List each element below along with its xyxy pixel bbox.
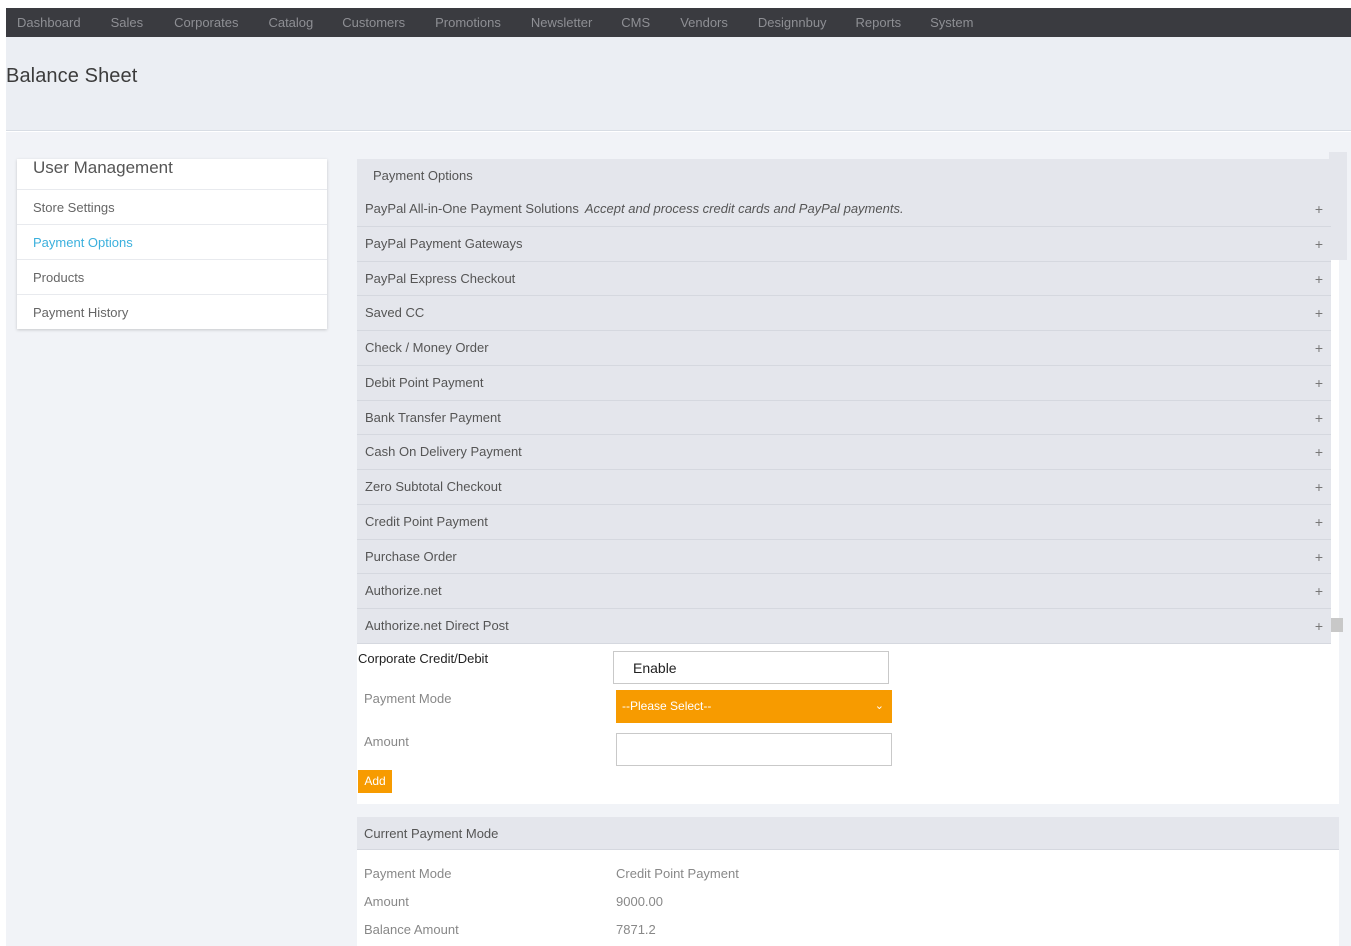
expand-icon[interactable]: +: [1315, 435, 1323, 469]
sidebar-item-payment-options[interactable]: Payment Options: [17, 224, 327, 259]
scrollbar-thumb[interactable]: [1331, 618, 1343, 632]
nav-system[interactable]: System: [930, 15, 973, 30]
accordion-row-label: Saved CC: [365, 305, 425, 321]
payment-mode-selected-value: --Please Select--: [622, 699, 712, 713]
accordion-row-label: Cash On Delivery Payment: [365, 444, 522, 460]
payment-mode-label: Payment Mode: [364, 691, 452, 706]
expand-icon[interactable]: +: [1315, 401, 1323, 435]
expand-icon[interactable]: +: [1315, 192, 1323, 226]
top-nav-bar: Dashboard Sales Corporates Catalog Custo…: [6, 8, 1351, 37]
current-amount-value: 9000.00: [616, 894, 663, 909]
accordion-row-label: Zero Subtotal Checkout: [365, 479, 502, 494]
balance-amount-label: Balance Amount: [364, 922, 459, 937]
expand-icon[interactable]: +: [1315, 540, 1323, 574]
accordion-row-zero-subtotal-checkout[interactable]: Zero Subtotal Checkout +: [357, 470, 1331, 505]
accordion-row-label: Authorize.net Direct Post: [365, 618, 509, 633]
accordion-row-check-money-order[interactable]: Check / Money Order +: [357, 331, 1331, 366]
accordion-row-cash-on-delivery[interactable]: Cash On Delivery Payment +: [357, 435, 1331, 470]
enable-select[interactable]: Enable: [613, 651, 889, 684]
nav-sales[interactable]: Sales: [111, 15, 144, 30]
accordion-row-label: PayPal Payment Gateways: [365, 235, 523, 251]
expand-icon[interactable]: +: [1315, 574, 1323, 608]
current-payment-mode-panel: [357, 850, 1339, 946]
nav-cms[interactable]: CMS: [621, 15, 650, 30]
sidebar-item-store-settings[interactable]: Store Settings: [17, 189, 327, 224]
chevron-down-icon: ⌄: [874, 700, 884, 712]
accordion-row-label: Bank Transfer Payment: [365, 409, 501, 425]
amount-input[interactable]: [616, 733, 892, 766]
nav-reports[interactable]: Reports: [856, 15, 902, 30]
accordion-row-debit-point-payment[interactable]: Debit Point Payment +: [357, 365, 1331, 401]
accordion-row-paypal-all-in-one[interactable]: PayPal All-in-One Payment Solutions Accep…: [357, 192, 1331, 227]
accordion-row-credit-point-payment[interactable]: Credit Point Payment +: [357, 504, 1331, 540]
expand-icon[interactable]: +: [1315, 331, 1323, 365]
sidebar: User Management Store Settings Payment O…: [17, 159, 327, 329]
expand-icon[interactable]: +: [1315, 505, 1323, 539]
nav-designnbuy[interactable]: Designnbuy: [758, 15, 827, 30]
nav-corporates[interactable]: Corporates: [174, 15, 238, 30]
accordion-row-label: PayPal Express Checkout: [365, 270, 516, 286]
page-header: Balance Sheet: [6, 37, 1351, 131]
accordion-row-label: Debit Point Payment: [365, 374, 484, 390]
sidebar-item-payment-history[interactable]: Payment History: [17, 294, 327, 329]
current-payment-mode-label: Payment Mode: [364, 866, 452, 881]
accordion-row-saved-cc[interactable]: Saved CC +: [357, 296, 1331, 331]
accordion-row-bank-transfer-payment[interactable]: Bank Transfer Payment +: [357, 400, 1331, 436]
expand-icon[interactable]: +: [1315, 262, 1323, 296]
expand-icon[interactable]: +: [1315, 470, 1323, 504]
sidebar-title: User Management: [33, 158, 173, 177]
amount-label: Amount: [364, 734, 409, 749]
current-payment-mode-value: Credit Point Payment: [616, 866, 739, 881]
payment-mode-select[interactable]: --Please Select-- ⌄: [616, 690, 892, 723]
accordion-row-authorize-net[interactable]: Authorize.net +: [357, 574, 1331, 609]
page-title: Balance Sheet: [6, 65, 138, 87]
accordion-row-description: Accept and process credit cards and PayP…: [584, 201, 904, 216]
current-payment-mode-header: Current Payment Mode: [357, 817, 1339, 850]
nav-vendors[interactable]: Vendors: [680, 15, 728, 30]
payment-options-header: Payment Options: [357, 159, 1329, 192]
nav-promotions[interactable]: Promotions: [435, 15, 501, 30]
sidebar-item-products[interactable]: Products: [17, 259, 327, 294]
accordion-row-label: Check / Money Order: [365, 340, 489, 355]
accordion-row-label: PayPal All-in-One Payment Solutions: [365, 201, 579, 216]
nav-customers[interactable]: Customers: [342, 15, 405, 30]
expand-icon[interactable]: +: [1315, 366, 1323, 400]
payment-options-accordion: PayPal All-in-One Payment Solutions Accep…: [357, 192, 1331, 644]
balance-amount-value: 7871.2: [616, 922, 656, 937]
scroll-track: [1329, 152, 1347, 260]
accordion-row-label: Authorize.net: [365, 583, 442, 599]
expand-icon[interactable]: +: [1315, 296, 1323, 330]
expand-icon[interactable]: +: [1315, 609, 1323, 643]
nav-catalog[interactable]: Catalog: [268, 15, 313, 30]
accordion-row-label: Purchase Order: [365, 548, 457, 564]
nav-newsletter[interactable]: Newsletter: [531, 15, 592, 30]
accordion-row-paypal-payment-gateways[interactable]: PayPal Payment Gateways +: [357, 226, 1331, 262]
accordion-row-purchase-order[interactable]: Purchase Order +: [357, 539, 1331, 575]
accordion-row-paypal-express-checkout[interactable]: PayPal Express Checkout +: [357, 261, 1331, 297]
accordion-row-authorize-net-direct-post[interactable]: Authorize.net Direct Post +: [357, 609, 1331, 644]
corporate-credit-debit-label: Corporate Credit/Debit: [358, 651, 489, 666]
nav-dashboard[interactable]: Dashboard: [17, 15, 81, 30]
current-amount-label: Amount: [364, 894, 409, 909]
expand-icon[interactable]: +: [1315, 227, 1323, 261]
accordion-row-label: Credit Point Payment: [365, 513, 488, 529]
add-button[interactable]: Add: [358, 770, 392, 793]
